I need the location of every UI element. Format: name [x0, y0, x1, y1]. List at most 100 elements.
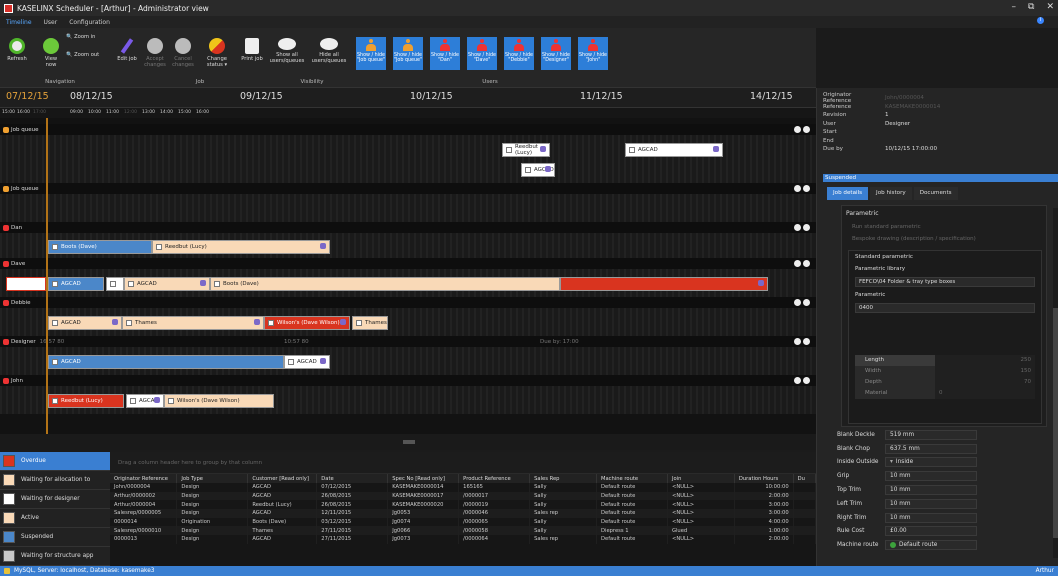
timeline-scrollbar[interactable]: [0, 434, 816, 450]
dimension-row[interactable]: Material 0: [855, 388, 1035, 399]
toggle-user-debbie[interactable]: Show / hide "Debbie": [504, 37, 534, 70]
lane-body[interactable]: [0, 194, 816, 222]
table-row[interactable]: Arthur/0000002 Design AGCAD 26/08/2015 KASEM…: [110, 491, 817, 501]
column-header[interactable]: Customer [Read only]: [247, 474, 318, 483]
dimension-row[interactable]: Depth 70: [855, 377, 1035, 388]
collapse-icon[interactable]: [794, 299, 801, 306]
toggle-job-queue-1[interactable]: Show / hide "Job queue": [356, 37, 386, 70]
lane-header-job-queue[interactable]: Job queue: [0, 124, 816, 135]
toggle-job-queue-2[interactable]: Show / hide "Job queue": [393, 37, 423, 70]
job-checkbox[interactable]: [128, 281, 134, 287]
collapse-icon[interactable]: [794, 126, 801, 133]
job-checkbox[interactable]: [126, 320, 132, 326]
lane-controls[interactable]: [794, 185, 810, 192]
toggle-user-dan[interactable]: Show / hide "Dan": [430, 37, 460, 70]
column-header[interactable]: Spec No [Read only]: [387, 474, 460, 483]
rule-cost-field[interactable]: £0.00: [885, 526, 977, 537]
tab-documents[interactable]: Documents: [913, 187, 958, 200]
collapse-icon[interactable]: [794, 185, 801, 192]
job-checkbox[interactable]: [168, 398, 174, 404]
job-bar[interactable]: AGCAD: [124, 277, 210, 291]
dimension-row[interactable]: Length 250: [855, 355, 1035, 366]
right-trim-field[interactable]: 10 mm: [885, 512, 977, 523]
job-checkbox[interactable]: [525, 167, 531, 173]
tab-user[interactable]: User: [41, 18, 61, 27]
job-bar[interactable]: [106, 277, 124, 291]
accept-changes-button[interactable]: Accept changes: [142, 38, 168, 68]
show-all-button[interactable]: Show all users/queues: [268, 38, 306, 64]
column-header[interactable]: Originator Reference: [110, 474, 178, 483]
restore-button[interactable]: ⧉: [1028, 2, 1034, 12]
lane-body[interactable]: Boots (Dave) Reedbut (Lucy): [0, 233, 816, 258]
expand-icon[interactable]: [803, 224, 810, 231]
edit-job-button[interactable]: Edit job: [114, 38, 140, 62]
lane-controls[interactable]: [794, 224, 810, 231]
job-checkbox[interactable]: [214, 281, 220, 287]
table-row[interactable]: Salesrep/0000010 Design Thames 27/11/2015 Jg…: [110, 526, 817, 536]
column-header[interactable]: Date: [316, 474, 389, 483]
job-checkbox[interactable]: [52, 359, 58, 365]
lane-body[interactable]: Reedbut (Lucy) AGCAD Wilson's (Dave Wils…: [0, 386, 816, 414]
column-header[interactable]: Machine route: [596, 474, 668, 483]
job-bar[interactable]: Wilson's (Dave Wilson): [264, 316, 350, 330]
hide-all-button[interactable]: Hide all users/queues: [310, 38, 348, 64]
job-checkbox[interactable]: [130, 398, 136, 404]
zoom-in-button[interactable]: 🔍 Zoom in: [66, 34, 106, 40]
job-bar[interactable]: AGCAD: [48, 355, 284, 369]
lane-header-dan[interactable]: Dan: [0, 222, 816, 233]
radio-bespoke-drawing[interactable]: Bespoke drawing (description / specifica…: [842, 233, 1046, 245]
minimize-button[interactable]: –: [1012, 2, 1017, 12]
job-bar[interactable]: [6, 277, 46, 291]
job-bar[interactable]: AGCAD: [625, 143, 723, 157]
collapse-icon[interactable]: [794, 377, 801, 384]
column-header[interactable]: Du: [793, 474, 817, 483]
lane-header-dave[interactable]: Dave: [0, 258, 816, 269]
collapse-icon[interactable]: [794, 224, 801, 231]
tab-timeline[interactable]: Timeline: [3, 18, 35, 27]
job-checkbox[interactable]: [110, 281, 116, 287]
expand-icon[interactable]: [803, 299, 810, 306]
toggle-user-john[interactable]: Show / hide "John": [578, 37, 608, 70]
machine-route-select[interactable]: Default route: [885, 540, 977, 551]
job-bar[interactable]: Thames: [122, 316, 264, 330]
column-header[interactable]: Duration Hours: [734, 474, 794, 483]
job-bar[interactable]: Thames: [352, 316, 388, 330]
expand-icon[interactable]: [803, 377, 810, 384]
lane-header-designer[interactable]: Designer 16:57 80 10:57 80 Due by: 17:00: [0, 336, 816, 347]
table-row[interactable]: John/0000004 Design AGCAD 07/12/2015 KASEMAK…: [110, 483, 817, 492]
column-header[interactable]: Sales Rep: [529, 474, 598, 483]
top-trim-field[interactable]: 10 mm: [885, 485, 977, 496]
job-bar[interactable]: Wilson's (Dave Wilson): [164, 394, 274, 408]
lane-body[interactable]: Reedbut (Lucy) AGCAD AGCAD: [0, 135, 816, 183]
blank-chop-field[interactable]: 637.5 mm: [885, 443, 977, 454]
job-bar[interactable]: AGCAD: [521, 163, 555, 177]
table-row[interactable]: Salesrep/0000005 Design AGCAD 12/11/2015 Jg0…: [110, 509, 817, 518]
table-row[interactable]: 0000014 Origination Boots (Dave) 03/12/2015…: [110, 517, 817, 527]
library-select[interactable]: FEFCO\04 Folder & tray type boxes: [855, 277, 1035, 287]
job-bar[interactable]: Boots (Dave): [48, 240, 152, 254]
lane-body[interactable]: AGCAD AGCAD: [0, 347, 816, 375]
view-now-button[interactable]: View now: [40, 38, 62, 68]
toggle-user-designer[interactable]: Show / hide "Designer": [541, 37, 571, 70]
inside-outside-select[interactable]: ▾ Inside: [885, 457, 977, 468]
expand-icon[interactable]: [803, 260, 810, 267]
close-button[interactable]: ✕: [1046, 2, 1054, 12]
toggle-user-dave[interactable]: Show / hide "Dave": [467, 37, 497, 70]
expand-icon[interactable]: [803, 185, 810, 192]
lane-body[interactable]: AGCAD AGCAD Boots (Dave): [0, 269, 816, 297]
change-status-button[interactable]: Change status ▾: [202, 38, 232, 68]
job-bar[interactable]: AGCAD: [126, 394, 164, 408]
details-scrollbar[interactable]: [1053, 208, 1058, 558]
job-bar[interactable]: Reedbut (Lucy): [502, 143, 550, 157]
radio-run-parametric[interactable]: Run standard parametric: [842, 221, 1046, 233]
lane-controls[interactable]: [794, 299, 810, 306]
column-header[interactable]: Job Type: [176, 474, 249, 483]
left-trim-field[interactable]: 10 mm: [885, 498, 977, 509]
refresh-button[interactable]: Refresh: [6, 38, 28, 62]
status-item-waiting-structure[interactable]: Waiting for structure app: [0, 547, 110, 566]
status-badge[interactable]: Suspended: [823, 174, 1058, 182]
lane-controls[interactable]: [794, 338, 810, 345]
job-checkbox[interactable]: [52, 244, 58, 250]
job-checkbox[interactable]: [52, 320, 58, 326]
job-bar[interactable]: [560, 277, 768, 291]
